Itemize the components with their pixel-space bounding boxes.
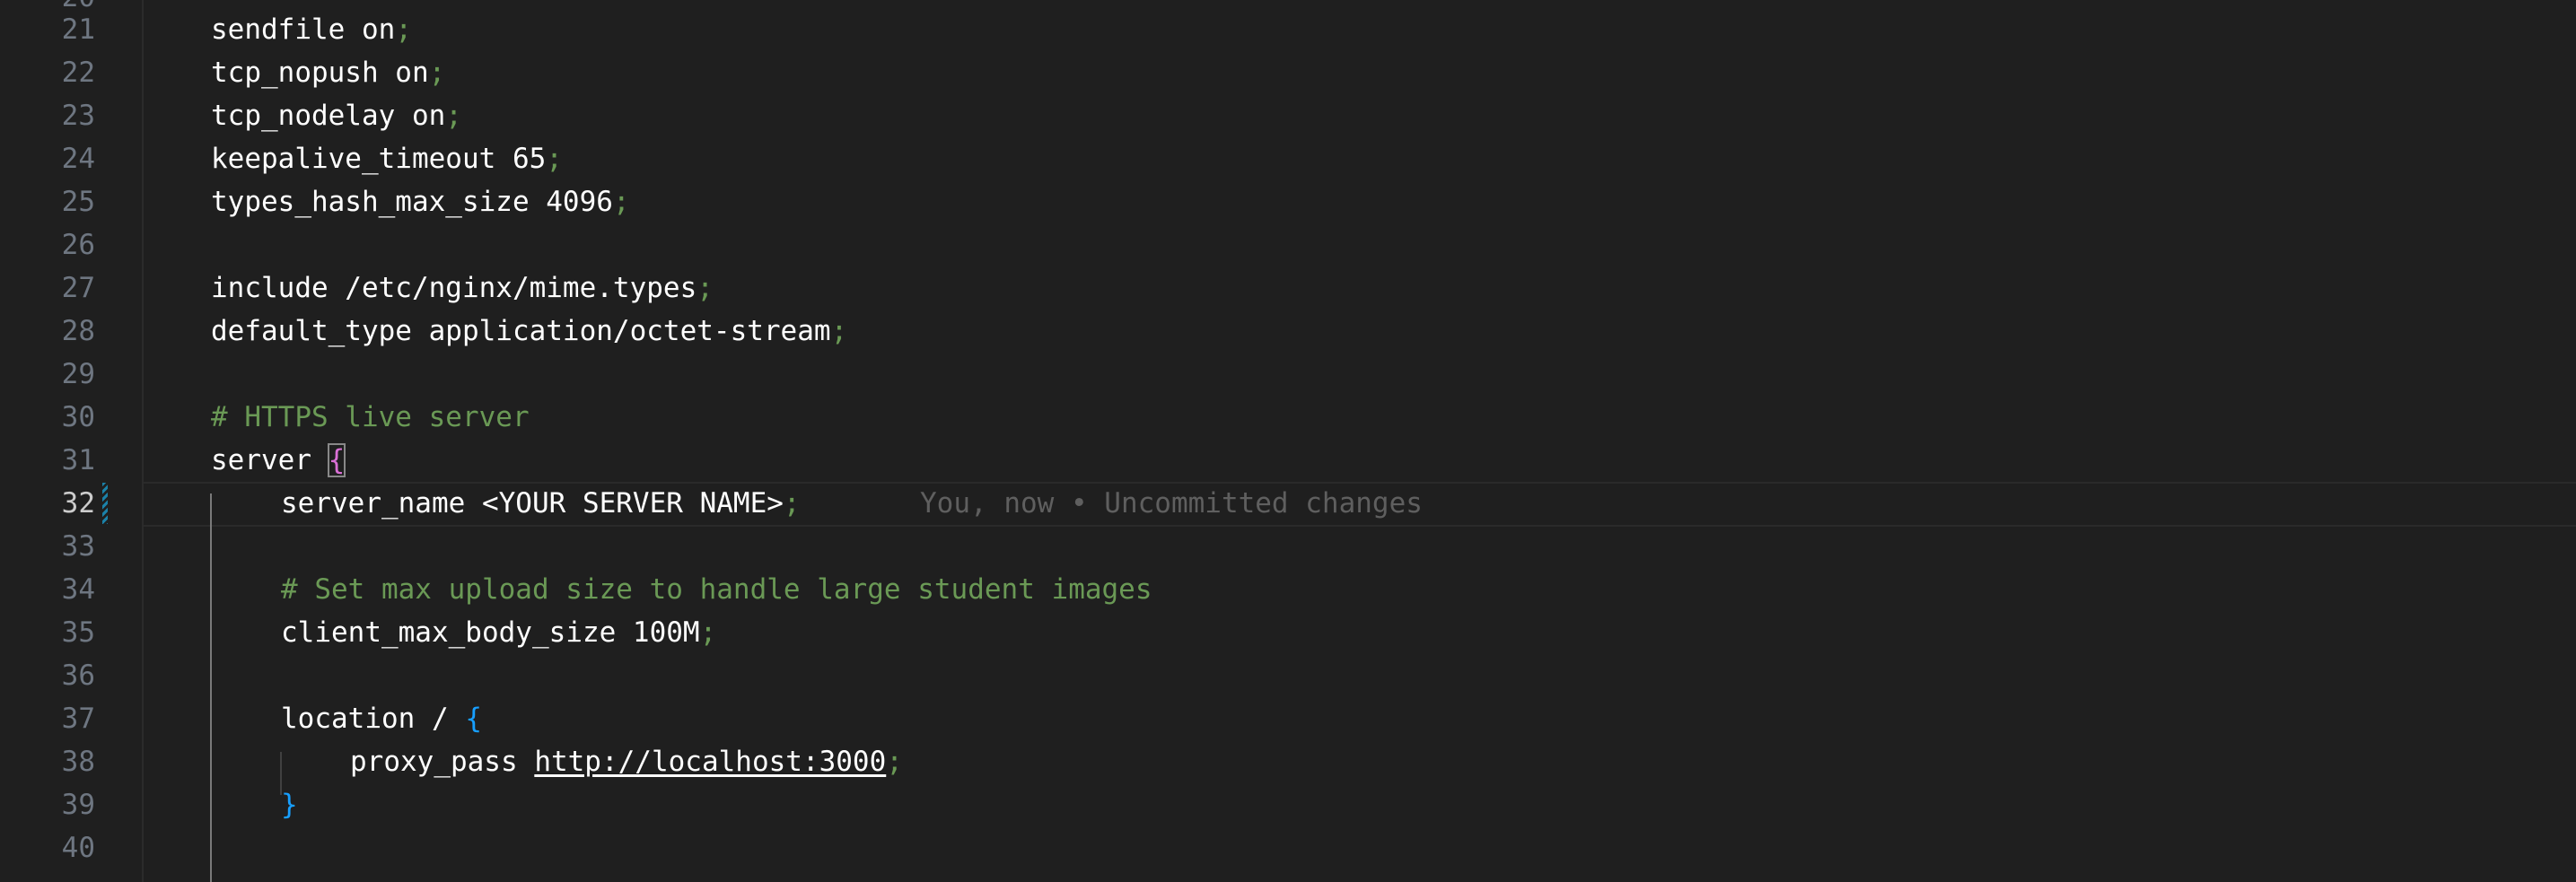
code-token: include /etc/nginx/mime.types: [211, 272, 697, 304]
semicolon-token: ;: [783, 487, 801, 520]
code-token: server_name <YOUR SERVER NAME>: [281, 487, 784, 520]
code-line[interactable]: 23 tcp_nodelay on;: [0, 94, 2576, 137]
code-line[interactable]: 25 types_hash_max_size 4096;: [0, 180, 2576, 223]
line-number: 30: [61, 401, 95, 433]
code-text[interactable]: keepalive_timeout 65;: [211, 137, 563, 180]
code-token: tcp_nodelay on: [211, 100, 446, 132]
line-number: 24: [61, 143, 95, 175]
line-number: 26: [61, 229, 95, 261]
modified-line-marker[interactable]: [102, 483, 108, 524]
line-number: 35: [61, 616, 95, 649]
code-editor[interactable]: 2021sendfile on;22tcp_nopush on;23tcp_no…: [0, 0, 2576, 882]
code-token: tcp_nopush on: [211, 57, 429, 89]
code-token: location /: [281, 703, 466, 735]
semicolon-token: ;: [699, 616, 717, 649]
indent-guide-active: [210, 493, 212, 882]
code-line[interactable]: 27 include /etc/nginx/mime.types;: [0, 266, 2576, 310]
semicolon-token: ;: [428, 57, 446, 89]
code-line[interactable]: 31 server {: [0, 439, 2576, 482]
code-text[interactable]: # Set max upload size to handle large st…: [281, 568, 1152, 611]
semicolon-token: ;: [395, 13, 412, 46]
code-text[interactable]: location / {: [281, 697, 482, 740]
comment-token: # Set max upload size to handle large st…: [281, 573, 1152, 606]
code-text[interactable]: tcp_nopush on;: [211, 51, 445, 94]
line-number: 31: [61, 444, 95, 476]
code-line[interactable]: 21 sendfile on;: [0, 8, 2576, 51]
code-text[interactable]: client_max_body_size 100M;: [281, 611, 716, 654]
code-text[interactable]: include /etc/nginx/mime.types;: [211, 266, 714, 310]
code-text[interactable]: }: [281, 783, 298, 826]
line-number: 38: [61, 746, 95, 778]
code-line[interactable]: 26: [0, 223, 2576, 266]
git-blame-annotation[interactable]: You, now • Uncommitted changes: [920, 482, 1423, 525]
indent-guide: [280, 752, 282, 795]
line-number: 25: [61, 186, 95, 218]
brace-token: {: [465, 703, 482, 735]
code-token: types_hash_max_size 4096: [211, 186, 613, 218]
code-line[interactable]: 33: [0, 525, 2576, 568]
line-number: 39: [61, 789, 95, 821]
code-text[interactable]: server {: [211, 439, 346, 482]
line-number: 21: [61, 13, 95, 46]
code-line[interactable]: 34 # Set max upload size to handle large …: [0, 568, 2576, 611]
semicolon-token: ;: [697, 272, 714, 304]
code-line[interactable]: 39}: [0, 783, 2576, 826]
code-line[interactable]: 37 location / {: [0, 697, 2576, 740]
code-token: server: [211, 444, 329, 476]
code-line[interactable]: 22 tcp_nopush on;: [0, 51, 2576, 94]
line-number: 34: [61, 573, 95, 606]
line-number: 22: [61, 57, 95, 89]
code-text[interactable]: types_hash_max_size 4096;: [211, 180, 630, 223]
line-number: 37: [61, 703, 95, 735]
code-line[interactable]: 30 # HTTPS live server: [0, 396, 2576, 439]
line-number: 29: [61, 358, 95, 390]
code-line[interactable]: 28 default_type application/octet-stream;: [0, 310, 2576, 353]
code-token: proxy_pass: [350, 746, 535, 778]
code-token: keepalive_timeout 65: [211, 143, 547, 175]
line-number: 40: [61, 832, 95, 864]
semicolon-token: ;: [886, 746, 903, 778]
code-line[interactable]: 24 keepalive_timeout 65;: [0, 137, 2576, 180]
line-number: 23: [61, 100, 95, 132]
code-line[interactable]: 38 proxy_pass http://localhost:3000;: [0, 740, 2576, 783]
code-text[interactable]: tcp_nodelay on;: [211, 94, 462, 137]
matched-brace-open: {: [327, 443, 346, 477]
code-text[interactable]: # HTTPS live server: [211, 396, 530, 439]
line-number: 28: [61, 315, 95, 347]
comment-token: # HTTPS live server: [211, 401, 530, 433]
code-line[interactable]: 40: [0, 826, 2576, 869]
code-text[interactable]: default_type application/octet-stream;: [211, 310, 847, 353]
code-text[interactable]: server_name <YOUR SERVER NAME>;: [281, 482, 801, 525]
brace-token: }: [281, 789, 298, 821]
url-link[interactable]: http://localhost:3000: [534, 746, 886, 778]
line-number: 36: [61, 659, 95, 692]
code-text[interactable]: proxy_pass http://localhost:3000;: [350, 740, 903, 783]
code-line[interactable]: 35 client_max_body_size 100M;: [0, 611, 2576, 654]
code-line-active[interactable]: 32 server_name <YOUR SERVER NAME>; You, no…: [0, 482, 2576, 527]
code-token: default_type application/octet-stream: [211, 315, 831, 347]
semicolon-token: ;: [830, 315, 848, 347]
code-line[interactable]: 36: [0, 654, 2576, 697]
line-number: 27: [61, 272, 95, 304]
line-number: 32: [61, 487, 95, 520]
code-text[interactable]: sendfile on;: [211, 8, 412, 51]
semicolon-token: ;: [612, 186, 630, 218]
code-token: sendfile on: [211, 13, 396, 46]
semicolon-token: ;: [546, 143, 563, 175]
line-number: 33: [61, 530, 95, 563]
semicolon-token: ;: [445, 100, 462, 132]
code-line[interactable]: 29: [0, 353, 2576, 396]
code-token: client_max_body_size 100M: [281, 616, 700, 649]
